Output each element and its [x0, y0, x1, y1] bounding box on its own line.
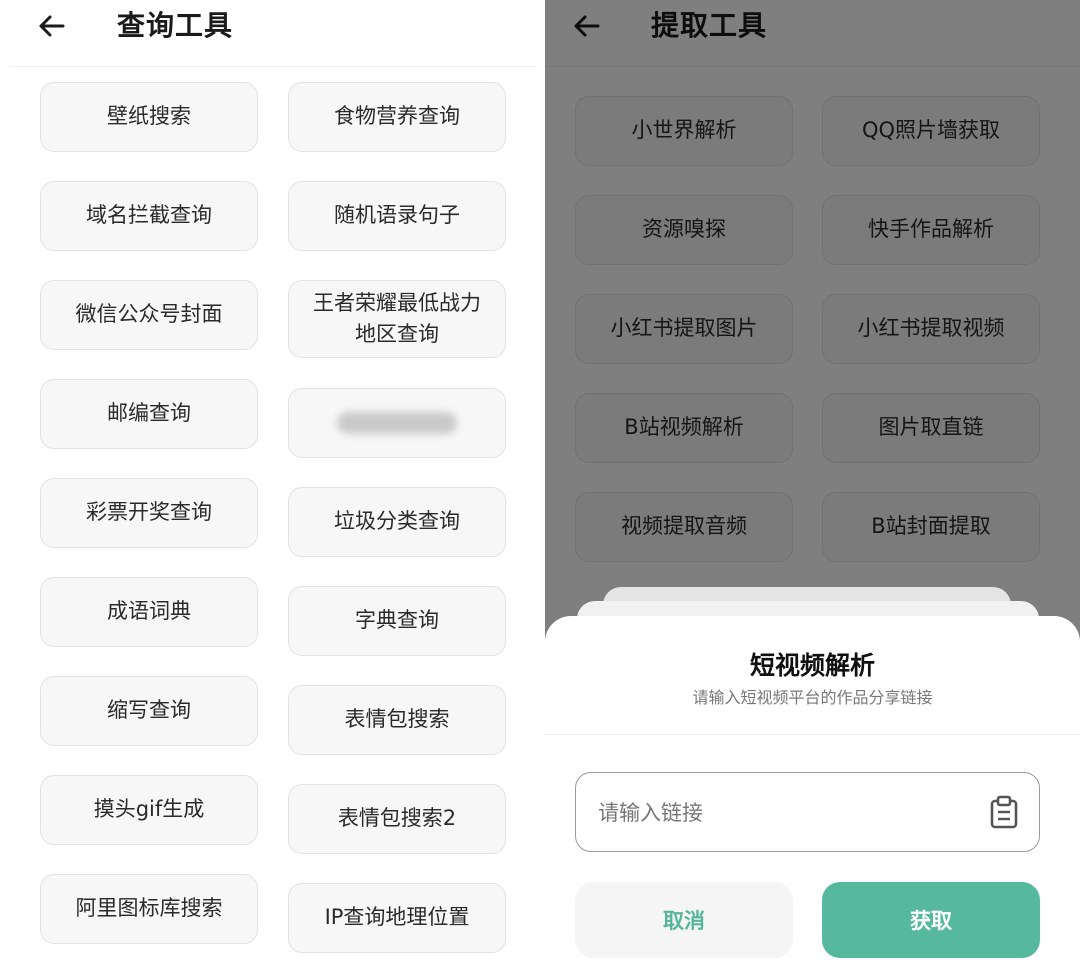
tool-button-wechat-cover[interactable]: 微信公众号封面: [40, 280, 258, 350]
tool-button-garbage-sorting[interactable]: 垃圾分类查询: [288, 487, 506, 557]
tool-button-qq-photo-wall[interactable]: QQ照片墙获取: [822, 96, 1040, 166]
tool-button-lottery-query[interactable]: 彩票开奖查询: [40, 478, 258, 548]
page-title: 提取工具: [651, 9, 768, 42]
tool-button-postcode-query[interactable]: 邮编查询: [40, 379, 258, 449]
tool-button-bilibili-video[interactable]: B站视频解析: [575, 393, 793, 463]
header-divider: [10, 66, 535, 67]
tool-button-food-nutrition[interactable]: 食物营养查询: [288, 82, 506, 152]
link-input[interactable]: [598, 791, 968, 835]
tool-button-bilibili-cover[interactable]: B站封面提取: [822, 492, 1040, 562]
tool-button-random-quote[interactable]: 随机语录句子: [288, 181, 506, 251]
fetch-button[interactable]: 获取: [822, 882, 1040, 958]
extract-tools-screen: 提取工具 小世界解析 QQ照片墙获取 资源嗅探 快手作品解析 小红书提取图片 小…: [545, 0, 1080, 966]
tool-button-video-to-audio[interactable]: 视频提取音频: [575, 492, 793, 562]
dialog-title: 短视频解析: [749, 651, 875, 680]
back-button[interactable]: [565, 6, 607, 46]
dialog-subtitle: 请输入短视频平台的作品分享链接: [692, 688, 933, 707]
app-bar: 查询工具: [0, 0, 545, 66]
blurred-label: [337, 412, 457, 434]
tool-button-iconfont-search[interactable]: 阿里图标库搜索: [40, 874, 258, 944]
tool-button-sticker-search-2[interactable]: 表情包搜索2: [288, 784, 506, 854]
tool-button-pat-gif[interactable]: 摸头gif生成: [40, 775, 258, 845]
header-divider: [545, 66, 1080, 67]
short-video-parse-dialog: 短视频解析 请输入短视频平台的作品分享链接 取消 获取: [545, 616, 1080, 966]
tool-button-wallpaper-search[interactable]: 壁纸搜索: [40, 82, 258, 152]
tool-button-idiom-dictionary[interactable]: 成语词典: [40, 577, 258, 647]
tool-button-kuaishou-parse[interactable]: 快手作品解析: [822, 195, 1040, 265]
cancel-button[interactable]: 取消: [575, 882, 793, 958]
query-tools-screen: 查询工具 壁纸搜索 食物营养查询 域名拦截查询 随机语录句子 微信公众号封面 王…: [0, 0, 545, 966]
tool-button-domain-block-query[interactable]: 域名拦截查询: [40, 181, 258, 251]
tool-button-dictionary-query[interactable]: 字典查询: [288, 586, 506, 656]
tool-button-sticker-search[interactable]: 表情包搜索: [288, 685, 506, 755]
tool-button-ip-location[interactable]: IP查询地理位置: [288, 883, 506, 953]
app-bar: 提取工具: [545, 0, 1080, 66]
page-title: 查询工具: [117, 9, 234, 42]
tool-button-honor-of-kings-power[interactable]: 王者荣耀最低战力地区查询: [288, 280, 506, 358]
tool-button-xhs-video[interactable]: 小红书提取视频: [822, 294, 1040, 364]
clipboard-icon[interactable]: [989, 795, 1019, 829]
tool-button-image-direct-link[interactable]: 图片取直链: [822, 393, 1040, 463]
tool-button-small-world-parse[interactable]: 小世界解析: [575, 96, 793, 166]
tool-button-blurred[interactable]: [288, 388, 506, 458]
dialog-divider: [545, 734, 1080, 735]
tool-button-abbreviation-query[interactable]: 缩写查询: [40, 676, 258, 746]
back-arrow-icon: [39, 15, 65, 37]
link-input-field: [575, 772, 1040, 852]
back-arrow-icon: [574, 15, 600, 37]
back-button[interactable]: [30, 6, 72, 46]
tool-button-xhs-image[interactable]: 小红书提取图片: [575, 294, 793, 364]
tool-button-resource-sniff[interactable]: 资源嗅探: [575, 195, 793, 265]
